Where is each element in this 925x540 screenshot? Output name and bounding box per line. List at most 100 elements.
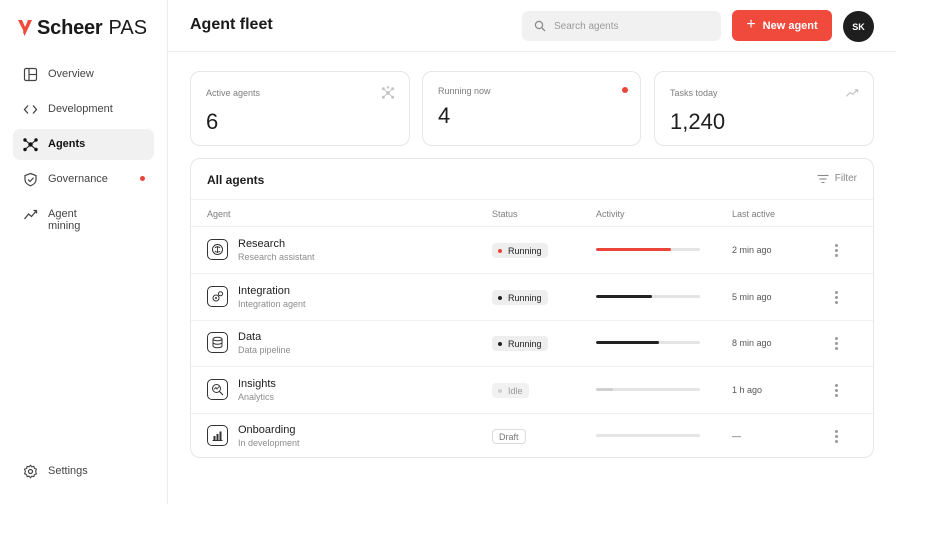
status-badge: Running	[492, 290, 548, 305]
agent-icon-box	[207, 239, 228, 260]
gear-icon	[23, 464, 38, 479]
sidebar-item-label: Agent mining	[48, 208, 81, 232]
last-active: —	[732, 431, 741, 441]
status-dot	[498, 388, 502, 393]
column-header-status: Status	[492, 209, 518, 219]
notification-dot	[140, 176, 145, 181]
stat-value: 6	[206, 109, 219, 134]
trend-icon	[23, 209, 38, 220]
column-header-last-active: Last active	[732, 209, 776, 219]
column-header-activity: Activity	[596, 209, 625, 219]
agent-icon-box	[207, 332, 228, 353]
table-row[interactable]: Research Research assistant Running 2 mi…	[191, 227, 873, 274]
stat-value: 4	[438, 103, 451, 128]
search-input[interactable]	[554, 20, 714, 32]
sidebar-item-label: Agents	[48, 138, 86, 150]
stat-card-running-now: Running now 4	[422, 71, 641, 146]
stat-value: 1,240	[670, 109, 726, 134]
agents-icon	[381, 86, 395, 99]
search-icon	[534, 20, 546, 32]
agent-name: Onboarding	[238, 424, 296, 436]
activity-bar-fill	[596, 295, 653, 298]
agents-table-card: All agents Filter Agent Status Activity …	[190, 158, 874, 458]
status-dot	[498, 295, 502, 300]
more-options-button[interactable]	[831, 288, 841, 306]
agent-name: Data	[238, 331, 262, 343]
last-active: 1 h ago	[732, 385, 763, 395]
activity-bar-fill	[596, 388, 613, 391]
filter-button[interactable]: Filter	[817, 173, 857, 184]
status-dot	[498, 248, 502, 253]
avatar[interactable]: SK	[843, 11, 874, 42]
status-badge: Running	[492, 243, 548, 258]
status-dot	[498, 341, 502, 346]
activity-bar	[596, 388, 700, 391]
more-options-button[interactable]	[831, 334, 841, 352]
table-row[interactable]: Data Data pipeline Running 8 min ago	[191, 320, 873, 367]
table-row[interactable]: Onboarding In development Draft —	[191, 413, 873, 460]
status-label: Running	[508, 292, 542, 303]
status-label: Idle	[508, 385, 523, 396]
activity-bar-fill	[596, 341, 660, 344]
sidebar-item-overview[interactable]: Overview	[13, 59, 154, 90]
table-row[interactable]: Insights Analytics Idle 1 h ago	[191, 367, 873, 414]
layout-icon	[23, 67, 38, 82]
stat-card-active-agents: Active agents 6	[190, 71, 410, 146]
status-badge: Idle	[492, 383, 529, 398]
sidebar-item-development[interactable]: Development	[13, 94, 154, 125]
activity-bar	[596, 341, 700, 344]
sidebar-item-governance[interactable]: Governance	[13, 164, 154, 195]
gears-icon	[212, 291, 223, 302]
sidebar-item-label: Settings	[48, 465, 88, 477]
shield-icon	[24, 172, 37, 187]
table-row[interactable]: Integration Integration agent Running 5 …	[191, 274, 873, 321]
trend-icon	[845, 89, 859, 97]
brand[interactable]: Scheer PAS	[17, 15, 147, 41]
activity-bar	[596, 434, 700, 437]
agent-icon-box	[207, 379, 228, 400]
new-agent-button[interactable]: + New agent	[732, 10, 832, 41]
filter-icon	[817, 174, 829, 183]
agent-subtitle: In development	[238, 438, 300, 448]
code-icon	[23, 105, 38, 114]
agent-name: Research	[238, 238, 286, 250]
activity-bar	[596, 248, 700, 251]
agent-subtitle: Research assistant	[238, 252, 315, 262]
sidebar-item-label: Governance	[48, 173, 108, 185]
sidebar-item-agents[interactable]: Agents	[13, 129, 154, 160]
bar-chart-icon	[212, 431, 223, 441]
live-dot-icon	[622, 87, 628, 93]
table-title: All agents	[207, 173, 265, 187]
activity-bar	[596, 295, 700, 298]
more-options-button[interactable]	[831, 381, 841, 399]
filter-label: Filter	[834, 173, 857, 184]
topbar: Agent fleet + New agent SK	[168, 0, 896, 52]
activity-bar-fill	[596, 248, 671, 251]
brand-product: PAS	[108, 16, 148, 39]
sidebar-item-agent-mining[interactable]: Agent mining	[13, 199, 154, 239]
stat-label: Running now	[438, 86, 491, 96]
more-options-button[interactable]	[831, 427, 841, 445]
more-options-button[interactable]	[831, 241, 841, 259]
scheer-logo-icon	[18, 20, 32, 36]
agents-icon	[23, 138, 38, 152]
agent-name: Insights	[238, 378, 276, 390]
search-box[interactable]	[522, 11, 721, 41]
analytics-icon	[212, 384, 224, 396]
brand-name: Scheer	[37, 16, 103, 39]
agent-name: Integration	[238, 285, 290, 297]
status-label: Running	[508, 338, 542, 349]
agent-subtitle: Integration agent	[238, 299, 306, 309]
last-active: 8 min ago	[732, 338, 772, 348]
agent-icon-box	[207, 286, 228, 307]
agent-subtitle: Data pipeline	[238, 345, 291, 355]
sidebar-item-settings[interactable]: Settings	[13, 456, 154, 487]
agent-icon-box	[207, 425, 228, 446]
status-label: Running	[508, 245, 542, 256]
page-title: Agent fleet	[190, 16, 273, 33]
plus-icon: +	[746, 15, 756, 33]
sidebar-item-label: Development	[48, 103, 113, 115]
brain-icon	[212, 244, 223, 255]
stat-card-tasks-today: Tasks today 1,240	[654, 71, 874, 146]
last-active: 5 min ago	[732, 292, 772, 302]
